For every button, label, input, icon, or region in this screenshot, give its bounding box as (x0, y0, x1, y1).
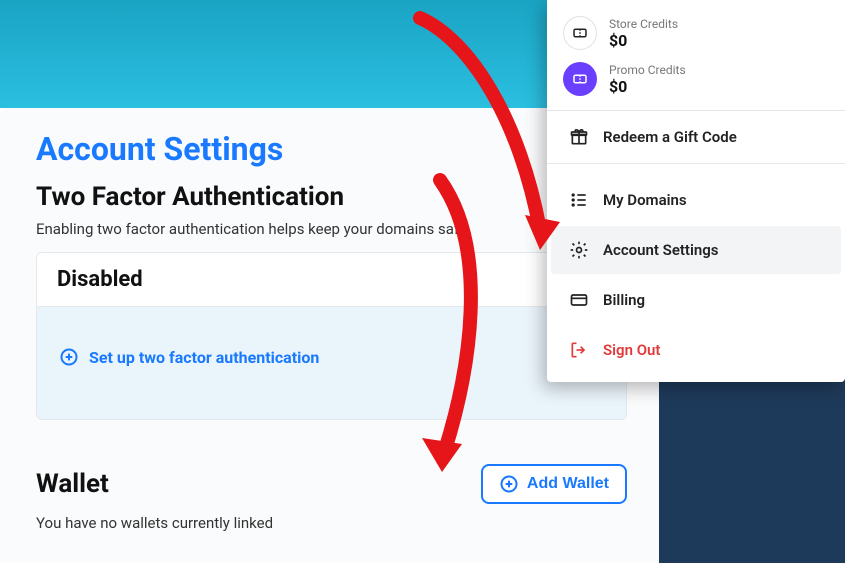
sign-out-label: Sign Out (603, 341, 660, 359)
list-icon (569, 190, 589, 210)
tfa-card: Disabled Set up two factor authenticatio… (36, 252, 627, 420)
setup-tfa-link[interactable]: Set up two factor authentication (59, 347, 319, 367)
tfa-status: Disabled (37, 253, 626, 307)
promo-credits-row[interactable]: Promo Credits $0 (563, 62, 829, 96)
account-settings-label: Account Settings (603, 241, 719, 259)
store-credits-row[interactable]: Store Credits $0 (563, 16, 829, 50)
store-credits-value: $0 (609, 31, 678, 50)
ticket-icon (563, 16, 597, 50)
tfa-section-title: Two Factor Authentication (36, 182, 627, 212)
add-wallet-label: Add Wallet (527, 475, 609, 493)
tfa-card-body: Set up two factor authentication (37, 307, 626, 419)
store-credits-text: Store Credits $0 (609, 17, 678, 50)
plus-circle-icon (59, 347, 79, 367)
sign-out-item[interactable]: Sign Out (551, 326, 841, 374)
gift-icon (569, 127, 589, 147)
billing-item[interactable]: Billing (551, 276, 841, 324)
card-icon (569, 290, 589, 310)
wallet-empty-text: You have no wallets currently linked (36, 514, 627, 532)
promo-credits-text: Promo Credits $0 (609, 63, 686, 96)
page-title: Account Settings (36, 130, 627, 168)
billing-label: Billing (603, 291, 645, 309)
add-wallet-button[interactable]: Add Wallet (481, 464, 627, 504)
promo-credits-label: Promo Credits (609, 63, 686, 77)
redeem-gift-code-label: Redeem a Gift Code (603, 128, 737, 146)
redeem-gift-code-item[interactable]: Redeem a Gift Code (551, 113, 841, 161)
store-credits-label: Store Credits (609, 17, 678, 31)
account-settings-item[interactable]: Account Settings (551, 226, 841, 274)
promo-credits-value: $0 (609, 77, 686, 96)
wallet-section-title: Wallet (36, 469, 109, 499)
plus-circle-icon (499, 474, 519, 494)
setup-tfa-label: Set up two factor authentication (89, 348, 319, 367)
divider (547, 110, 845, 111)
ticket-icon (563, 62, 597, 96)
gear-icon (569, 240, 589, 260)
tfa-section-description: Enabling two factor authentication helps… (36, 220, 627, 238)
my-domains-item[interactable]: My Domains (551, 176, 841, 224)
my-domains-label: My Domains (603, 191, 687, 209)
wallet-header-row: Wallet Add Wallet (36, 464, 627, 504)
account-dropdown: Store Credits $0 Promo Credits $0 (547, 0, 845, 382)
sign-out-icon (569, 340, 589, 360)
credits-block: Store Credits $0 Promo Credits $0 (547, 0, 845, 110)
